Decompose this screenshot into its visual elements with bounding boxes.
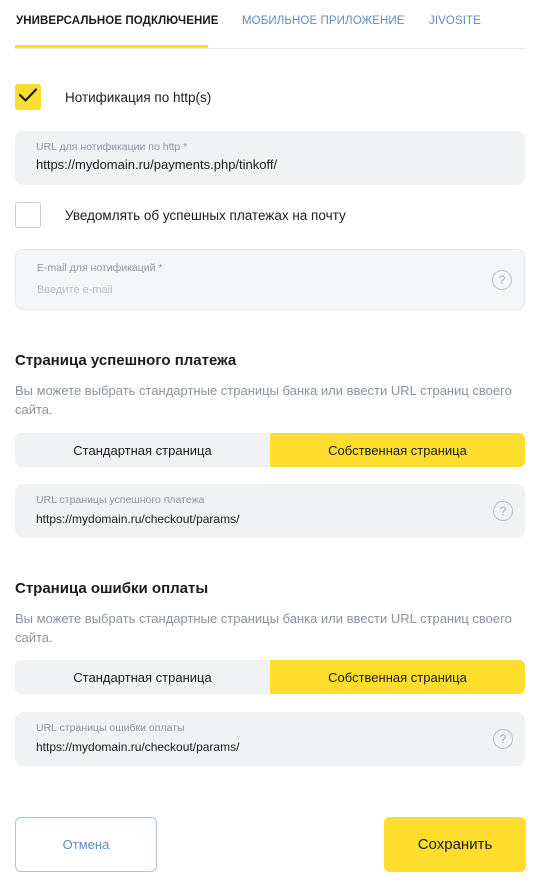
success-standard-page-option[interactable]: Стандартная страница xyxy=(15,433,270,467)
http-notification-label: Нотификация по http(s) xyxy=(65,89,212,105)
active-tab-indicator xyxy=(15,45,208,48)
email-notification-checkbox[interactable] xyxy=(15,202,41,228)
http-notification-checkbox[interactable] xyxy=(15,84,41,110)
error-page-description: Вы можете выбрать стандартные страницы б… xyxy=(15,611,512,645)
error-own-page-option[interactable]: Собственная страница xyxy=(270,660,525,694)
save-button[interactable]: Сохранить xyxy=(384,817,526,872)
success-page-title: Страница успешного платежа xyxy=(15,352,237,369)
error-page-title: Страница ошибки оплаты xyxy=(15,580,209,597)
success-url-field[interactable]: URL страницы успешного платежа https://m… xyxy=(15,484,525,538)
error-url-label: URL страницы ошибки оплаты xyxy=(36,722,185,734)
http-url-value: https://mydomain.ru/payments.php/tinkoff… xyxy=(36,157,278,172)
success-own-page-option[interactable]: Собственная страница xyxy=(270,433,525,467)
error-url-value: https://mydomain.ru/checkout/params/ xyxy=(36,740,240,754)
checkmark-icon xyxy=(18,87,38,108)
email-field-placeholder: Введите e-mail xyxy=(37,284,113,296)
success-page-selector: Стандартная страница Собственная страниц… xyxy=(15,433,525,467)
help-icon[interactable]: ? xyxy=(492,270,512,290)
cancel-button[interactable]: Отмена xyxy=(15,817,157,872)
email-field-label: E-mail для нотификаций * xyxy=(37,262,163,274)
tab-bar: Универсальное подключение Мобильное прил… xyxy=(15,0,525,49)
success-url-label: URL страницы успешного платежа xyxy=(36,494,205,506)
email-notification-row: Уведомлять об успешных платежах на почту xyxy=(15,202,346,228)
tab-universal-connection[interactable]: Универсальное подключение xyxy=(16,15,219,27)
help-icon[interactable]: ? xyxy=(493,501,513,521)
http-url-label: URL для нотификации по http * xyxy=(36,141,188,153)
help-icon[interactable]: ? xyxy=(493,729,513,749)
error-standard-page-option[interactable]: Стандартная страница xyxy=(15,660,270,694)
email-notification-label: Уведомлять об успешных платежах на почту xyxy=(65,207,346,223)
success-url-value: https://mydomain.ru/checkout/params/ xyxy=(36,512,240,526)
email-field[interactable]: E-mail для нотификаций * Введите e-mail … xyxy=(15,249,525,310)
http-url-field[interactable]: URL для нотификации по http * https://my… xyxy=(15,131,525,185)
http-notification-row: Нотификация по http(s) xyxy=(15,84,211,110)
success-page-description: Вы можете выбрать стандартные страницы б… xyxy=(15,383,512,417)
error-url-field[interactable]: URL страницы ошибки оплаты https://mydom… xyxy=(15,712,525,766)
tab-mobile-app[interactable]: Мобильное приложение xyxy=(242,15,405,27)
error-page-selector: Стандартная страница Собственная страниц… xyxy=(15,660,525,694)
tab-jivosite[interactable]: Jivosite xyxy=(429,15,481,27)
